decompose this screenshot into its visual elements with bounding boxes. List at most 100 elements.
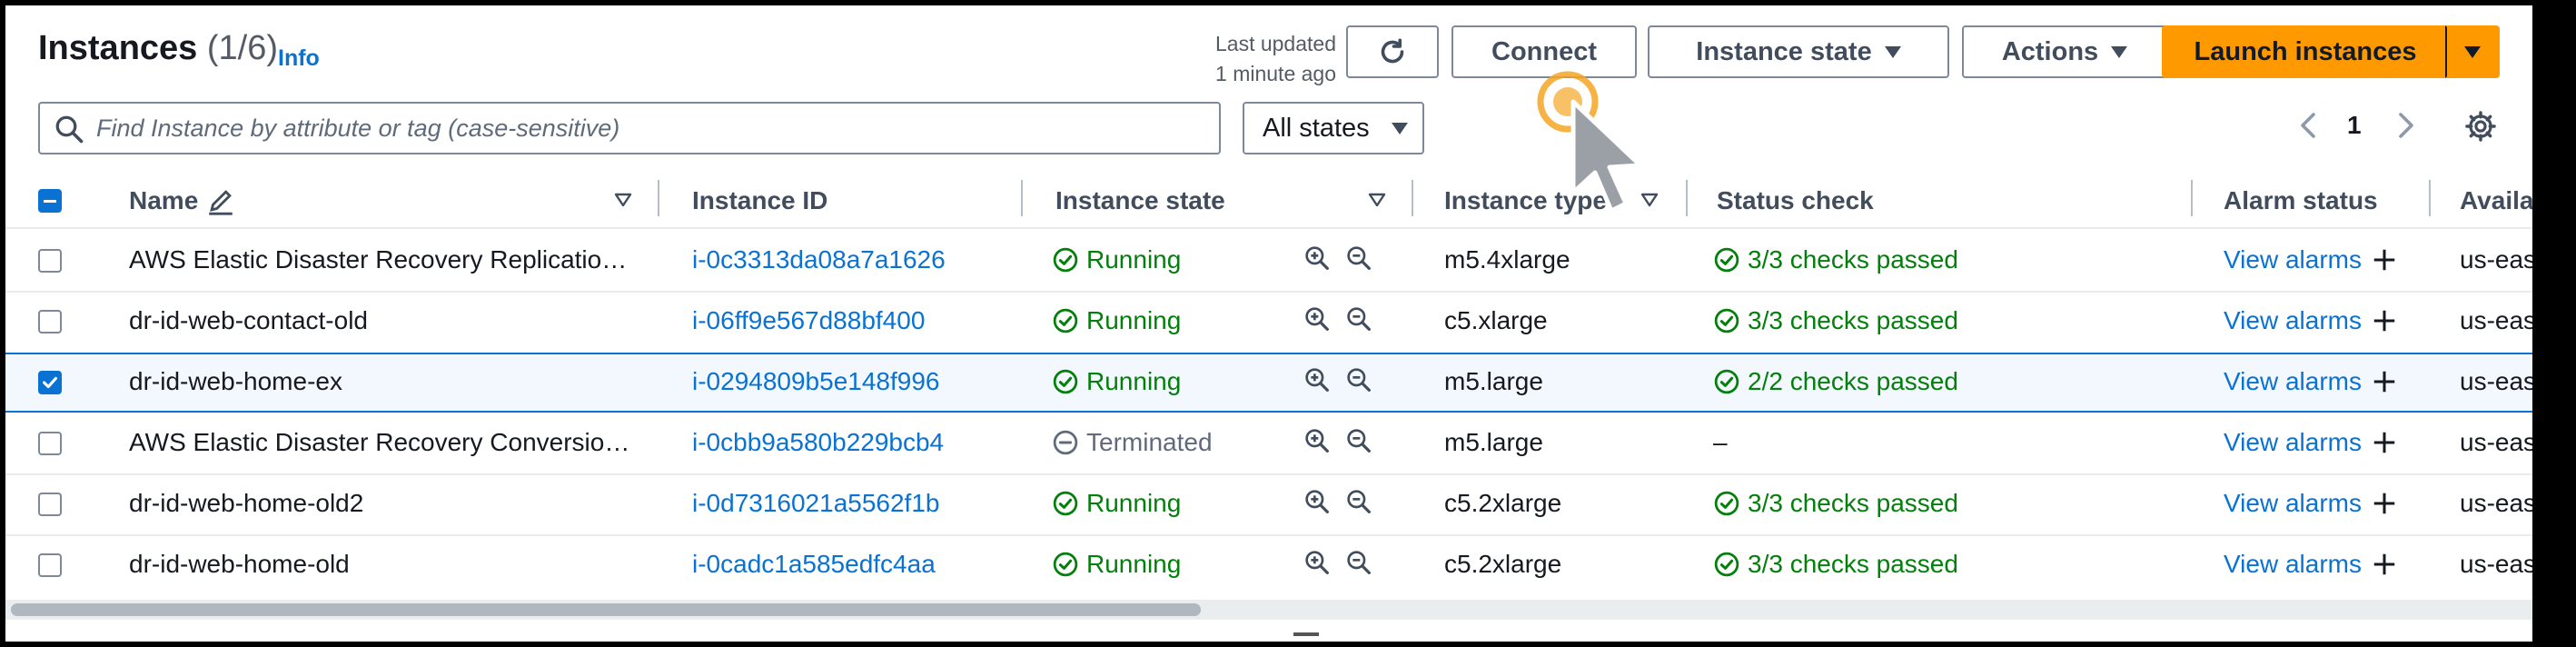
launch-instances-button[interactable]: Launch instances: [2162, 25, 2449, 78]
actions-button[interactable]: Actions: [1962, 25, 2167, 78]
instance-id-link[interactable]: i-06ff9e567d88bf400: [692, 306, 925, 335]
column-separator[interactable]: [1021, 180, 1023, 216]
caret-down-icon: [1884, 45, 1901, 58]
instance-id-link[interactable]: i-0cadc1a585edfc4aa: [692, 550, 936, 579]
instance-state-text: Running: [1086, 550, 1182, 578]
view-alarms-link[interactable]: View alarms: [2224, 428, 2362, 456]
zoom-in-button[interactable]: [1303, 304, 1332, 338]
check-circle-icon: [1714, 308, 1739, 333]
zoom-out-icon[interactable]: [1344, 365, 1373, 394]
table-row[interactable]: [5, 353, 2532, 413]
status-check-text: 3/3 checks passed: [1748, 550, 1958, 578]
column-separator[interactable]: [1412, 180, 1413, 216]
zoom-in-icon[interactable]: [1303, 487, 1332, 516]
launch-options-button[interactable]: [2445, 25, 2500, 78]
zoom-in-icon[interactable]: [1303, 426, 1332, 455]
zoom-out-button[interactable]: [1344, 487, 1373, 521]
view-alarms-link[interactable]: View alarms: [2224, 245, 2362, 274]
zoom-in-button[interactable]: [1303, 487, 1332, 521]
refresh-button[interactable]: [1346, 25, 1439, 78]
instance-type: m5.large: [1444, 367, 1543, 395]
column-separator[interactable]: [2429, 180, 2431, 216]
instance-name: dr-id-web-home-old: [129, 550, 350, 578]
instance-type: m5.4xlarge: [1444, 245, 1570, 274]
plus-icon[interactable]: [2371, 490, 2398, 517]
column-header-instance-state[interactable]: Instance state: [1055, 174, 1225, 227]
view-alarms-link[interactable]: View alarms: [2224, 367, 2362, 395]
view-alarms-link[interactable]: View alarms: [2224, 489, 2362, 517]
instance-id-link[interactable]: i-0d7316021a5562f1b: [692, 489, 939, 518]
column-separator[interactable]: [2191, 180, 2193, 216]
row-checkbox[interactable]: [38, 371, 62, 394]
row-checkbox[interactable]: [38, 493, 62, 516]
zoom-in-button[interactable]: [1303, 244, 1332, 277]
view-alarms-link[interactable]: View alarms: [2224, 550, 2362, 578]
check-circle-icon: [1053, 491, 1078, 516]
row-checkbox[interactable]: [38, 432, 62, 455]
states-select[interactable]: All states: [1243, 102, 1424, 154]
edit-icon[interactable]: [205, 185, 236, 216]
sort-icon[interactable]: [612, 189, 634, 211]
check-circle-icon: [1714, 369, 1739, 394]
zoom-in-button[interactable]: [1303, 548, 1332, 582]
actions-label: Actions: [2001, 36, 2099, 66]
row-checkbox[interactable]: [38, 553, 62, 577]
availability-zone: us-east: [2460, 245, 2532, 274]
column-header-alarm-status[interactable]: Alarm status: [2224, 174, 2378, 227]
zoom-out-icon[interactable]: [1344, 244, 1373, 273]
zoom-out-button[interactable]: [1344, 426, 1373, 460]
refresh-icon: [1381, 38, 1404, 64]
column-header-availability-zone[interactable]: Availab: [2460, 174, 2532, 227]
info-link[interactable]: Info: [278, 45, 320, 72]
gear-icon[interactable]: [2463, 109, 2498, 144]
instance-id-link[interactable]: i-0294809b5e148f996: [692, 367, 939, 396]
instance-state-button[interactable]: Instance state: [1648, 25, 1949, 78]
plus-icon[interactable]: [2371, 429, 2398, 456]
sort-icon[interactable]: [1366, 189, 1388, 211]
column-header-status-check[interactable]: Status check: [1717, 174, 1874, 227]
zoom-in-icon[interactable]: [1303, 365, 1332, 394]
table-row[interactable]: [5, 535, 2532, 596]
chevron-left-icon[interactable]: [2294, 109, 2322, 142]
zoom-out-icon[interactable]: [1344, 304, 1373, 333]
column-header-name[interactable]: Name: [129, 174, 236, 227]
column-header-instance-id[interactable]: Instance ID: [692, 174, 827, 227]
row-checkbox[interactable]: [38, 249, 62, 273]
column-separator[interactable]: [1686, 180, 1688, 216]
plus-icon[interactable]: [2371, 551, 2398, 578]
zoom-in-icon[interactable]: [1303, 304, 1332, 333]
instance-id-link[interactable]: i-0cbb9a580b229bcb4: [692, 428, 944, 457]
status-check: 3/3 checks passed: [1713, 245, 1958, 274]
zoom-out-icon[interactable]: [1344, 548, 1373, 577]
plus-icon[interactable]: [2371, 246, 2398, 274]
table-row[interactable]: [5, 292, 2532, 353]
last-updated-label: Last updated: [1214, 32, 1336, 55]
scrollbar-thumb[interactable]: [11, 603, 1201, 616]
zoom-in-icon[interactable]: [1303, 244, 1332, 273]
page-number[interactable]: 1: [2347, 111, 2362, 140]
alarm-status: View alarms: [2224, 550, 2398, 579]
selection-count: (1/6): [206, 29, 279, 67]
column-separator[interactable]: [658, 180, 659, 216]
resize-handle[interactable]: [1293, 632, 1319, 636]
view-alarms-link[interactable]: View alarms: [2224, 306, 2362, 334]
zoom-in-button[interactable]: [1303, 365, 1332, 399]
zoom-in-button[interactable]: [1303, 426, 1332, 460]
plus-icon[interactable]: [2371, 307, 2398, 334]
availability-zone: us-east: [2460, 306, 2532, 334]
zoom-out-icon[interactable]: [1344, 426, 1373, 455]
select-all-checkbox[interactable]: [38, 189, 62, 213]
zoom-in-icon[interactable]: [1303, 548, 1332, 577]
zoom-out-button[interactable]: [1344, 244, 1373, 277]
chevron-right-icon[interactable]: [2393, 109, 2420, 142]
zoom-out-button[interactable]: [1344, 365, 1373, 399]
row-checkbox[interactable]: [38, 310, 62, 333]
instance-type: c5.2xlarge: [1444, 489, 1562, 517]
zoom-out-button[interactable]: [1344, 304, 1373, 338]
plus-icon[interactable]: [2371, 368, 2398, 395]
table-row[interactable]: [5, 474, 2532, 535]
zoom-out-button[interactable]: [1344, 548, 1373, 582]
caret-down-icon: [2111, 45, 2128, 58]
instance-id-link[interactable]: i-0c3313da08a7a1626: [692, 245, 946, 274]
zoom-out-icon[interactable]: [1344, 487, 1373, 516]
